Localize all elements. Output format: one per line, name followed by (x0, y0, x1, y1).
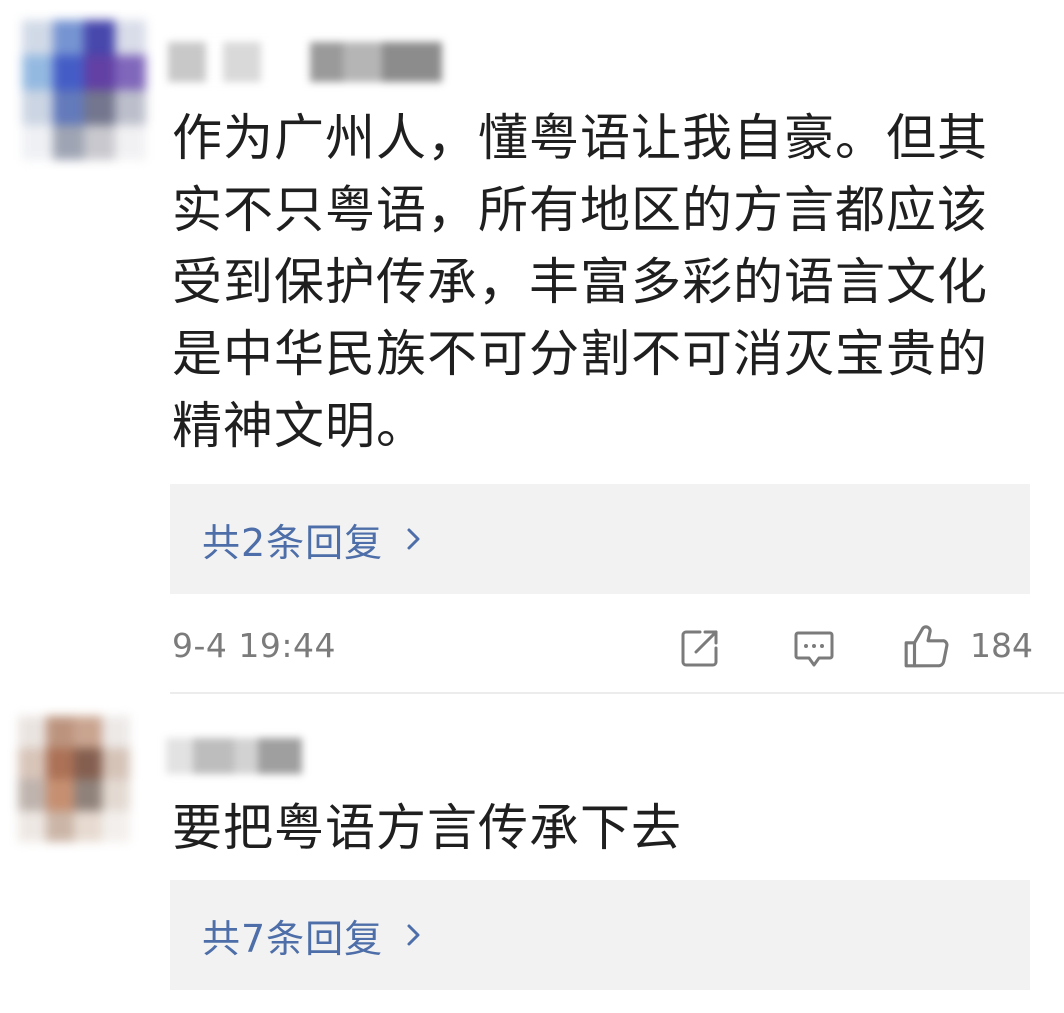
comment-timestamp: 9-4 19:44 (172, 626, 336, 665)
avatar[interactable] (22, 20, 146, 160)
divider (170, 692, 1064, 694)
comment-bubble-icon[interactable] (792, 626, 836, 670)
view-replies-button[interactable]: 共2条回复 (170, 484, 1030, 594)
comment-item: 要把粤语方言传承下去 共7条回复 (0, 700, 1064, 1013)
comment-text: 作为广州人，懂粤语让我自豪。但其 实不只粤语，所有地区的方言都应该 受到保护传承… (172, 109, 988, 455)
comment-text: 要把粤语方言传承下去 (172, 799, 682, 857)
chevron-right-icon (407, 924, 420, 946)
replies-label: 共7条回复 (202, 916, 384, 961)
like-count: 184 (970, 626, 1033, 665)
comment-item: 作为广州人，懂粤语让我自豪。但其 实不只粤语，所有地区的方言都应该 受到保护传承… (0, 0, 1064, 700)
view-replies-button[interactable]: 共7条回复 (170, 880, 1030, 990)
replies-label: 共2条回复 (202, 520, 384, 565)
username[interactable] (166, 738, 302, 774)
username[interactable] (168, 42, 442, 82)
avatar[interactable] (18, 716, 130, 842)
chevron-right-icon (407, 528, 420, 550)
share-edit-icon[interactable] (678, 626, 722, 670)
thumbs-up-icon[interactable] (902, 622, 952, 672)
